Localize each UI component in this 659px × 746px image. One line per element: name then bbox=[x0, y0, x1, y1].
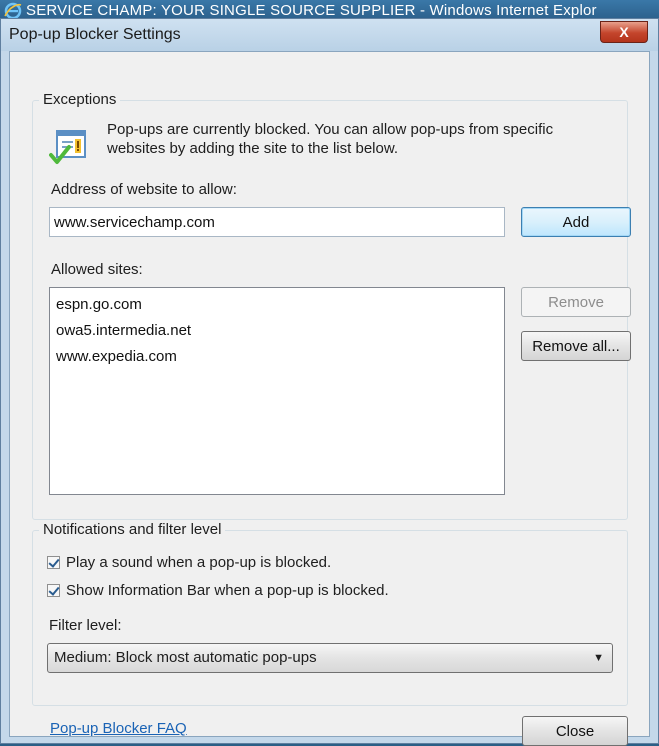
play-sound-option[interactable]: Play a sound when a pop-up is blocked. bbox=[47, 553, 331, 573]
notifications-group: Notifications and filter level Play a so… bbox=[32, 521, 628, 706]
show-info-bar-option[interactable]: Show Information Bar when a pop-up is bl… bbox=[47, 581, 389, 601]
show-info-bar-checkbox[interactable] bbox=[47, 584, 60, 597]
remove-all-button[interactable]: Remove all... bbox=[521, 331, 631, 361]
dialog-titlebar[interactable]: Pop-up Blocker Settings X bbox=[1, 19, 658, 51]
popup-blocker-dialog: Pop-up Blocker Settings X Exceptions Pop… bbox=[0, 18, 659, 746]
close-button[interactable]: Close bbox=[522, 716, 628, 746]
filter-level-label: Filter level: bbox=[49, 617, 122, 634]
info-shield-icon bbox=[49, 130, 86, 164]
dialog-client-area: Exceptions Pop-ups are currently blocked… bbox=[9, 51, 650, 746]
allowed-site-item[interactable]: espn.go.com bbox=[56, 292, 498, 318]
show-info-bar-label: Show Information Bar when a pop-up is bl… bbox=[66, 582, 389, 599]
dialog-title: Pop-up Blocker Settings bbox=[9, 26, 181, 43]
add-button[interactable]: Add bbox=[521, 207, 631, 237]
allowed-sites-list[interactable]: espn.go.com owa5.intermedia.net www.expedi… bbox=[49, 287, 505, 495]
allowed-sites-label: Allowed sites: bbox=[51, 261, 143, 278]
play-sound-label: Play a sound when a pop-up is blocked. bbox=[66, 554, 332, 571]
exceptions-legend: Exceptions bbox=[39, 91, 121, 109]
close-icon[interactable]: X bbox=[600, 21, 648, 43]
info-text: Pop-ups are currently blocked. You can a… bbox=[107, 121, 554, 157]
filter-level-value: Medium: Block most automatic pop-ups bbox=[54, 649, 317, 666]
allowed-site-item[interactable]: owa5.intermedia.net bbox=[56, 318, 498, 344]
play-sound-checkbox[interactable] bbox=[47, 556, 60, 569]
popup-blocker-faq-link[interactable]: Pop-up Blocker FAQ bbox=[50, 720, 187, 737]
filter-level-select[interactable]: Medium: Block most automatic pop-ups ▼ bbox=[47, 643, 613, 673]
remove-button: Remove bbox=[521, 287, 631, 317]
notifications-legend: Notifications and filter level bbox=[39, 521, 226, 539]
address-input[interactable] bbox=[49, 207, 505, 237]
allowed-site-item[interactable]: www.expedia.com bbox=[56, 344, 498, 370]
address-label: Address of website to allow: bbox=[51, 181, 237, 198]
exceptions-group: Exceptions Pop-ups are currently blocked… bbox=[32, 91, 631, 520]
address-label-text: Address of website to allow: bbox=[51, 181, 237, 198]
dropdown-arrow-icon: ▼ bbox=[593, 652, 604, 664]
